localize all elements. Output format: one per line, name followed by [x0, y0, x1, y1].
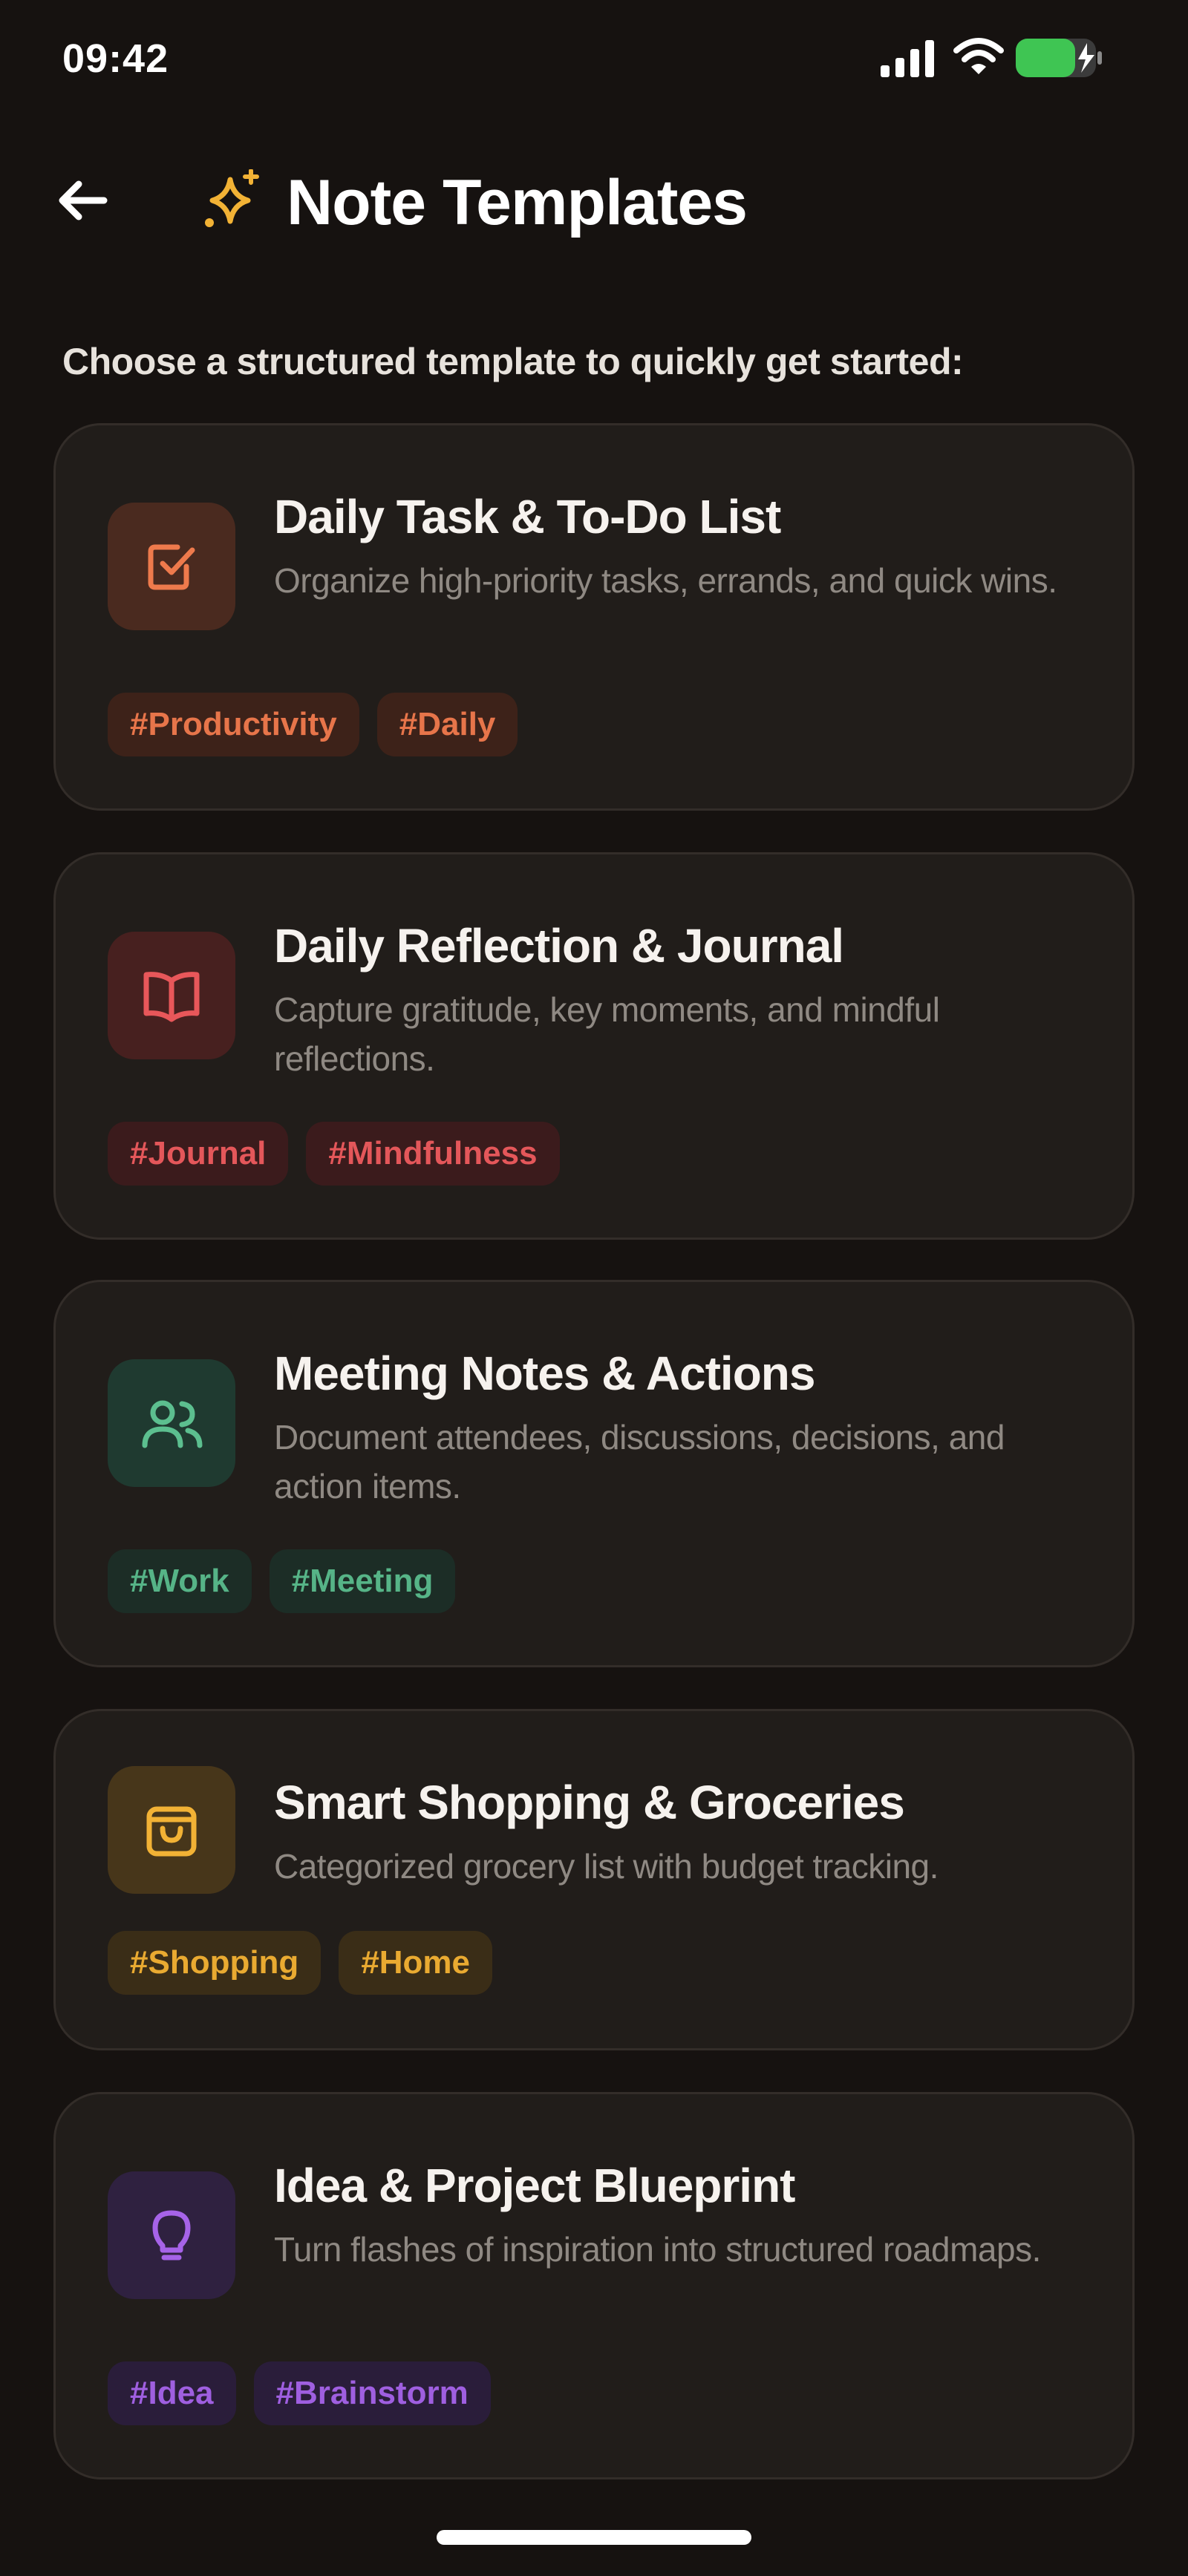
tag-list: #Shopping #Home — [108, 1931, 493, 1995]
header: Note Templates — [0, 156, 1188, 252]
tag-work[interactable]: #Work — [108, 1549, 252, 1613]
book-open-icon — [143, 972, 200, 1022]
card-title: Meeting Notes & Actions — [274, 1347, 815, 1400]
template-card-smart-shopping[interactable]: Smart Shopping & Groceries Categorized g… — [53, 1709, 1135, 2050]
card-title: Daily Reflection & Journal — [274, 919, 844, 972]
template-card-daily-reflection[interactable]: Daily Reflection & Journal Capture grati… — [53, 852, 1135, 1240]
card-icon-box — [108, 2171, 235, 2299]
tag-idea[interactable]: #Idea — [108, 2361, 236, 2425]
card-description: Capture gratitude, key moments, and mind… — [274, 990, 940, 1078]
tag-list: #Productivity #Daily — [108, 693, 518, 756]
card-icon-box — [108, 1359, 235, 1487]
tag-productivity[interactable]: #Productivity — [108, 693, 359, 756]
card-icon-box — [108, 932, 235, 1059]
card-icon-box — [108, 503, 235, 630]
card-description: Categorized grocery list with budget tra… — [274, 1847, 939, 1886]
card-description: Turn flashes of inspiration into structu… — [274, 2230, 1041, 2269]
tag-mindfulness[interactable]: #Mindfulness — [306, 1122, 560, 1186]
wifi-icon — [953, 38, 1004, 74]
sparkles-icon — [205, 169, 259, 227]
card-title: Daily Task & To-Do List — [274, 490, 781, 543]
template-card-meeting-notes[interactable]: Meeting Notes & Actions Document attende… — [53, 1280, 1135, 1667]
card-title: Idea & Project Blueprint — [274, 2159, 795, 2212]
status-time: 09:42 — [62, 36, 169, 81]
card-description: Document attendees, discussions, decisio… — [274, 1418, 1005, 1506]
back-button[interactable] — [45, 163, 119, 238]
tag-list: #Journal #Mindfulness — [108, 1122, 560, 1186]
page-title: Note Templates — [287, 167, 748, 238]
battery-icon — [1016, 39, 1102, 77]
arrow-left-icon — [59, 180, 108, 220]
tag-shopping[interactable]: #Shopping — [108, 1931, 322, 1995]
cellular-signal-icon — [881, 40, 934, 77]
lightbulb-icon — [152, 2210, 191, 2260]
card-icon-box — [108, 1766, 235, 1894]
tag-meeting[interactable]: #Meeting — [269, 1549, 456, 1613]
page-subtitle: Choose a structured template to quickly … — [62, 341, 964, 382]
tag-journal[interactable]: #Journal — [108, 1122, 289, 1186]
tag-list: #Idea #Brainstorm — [108, 2361, 491, 2425]
users-icon — [142, 1400, 203, 1448]
home-indicator[interactable] — [437, 2530, 751, 2545]
status-bar: 09:42 — [0, 0, 1188, 119]
template-card-daily-task[interactable]: Daily Task & To-Do List Organize high-pr… — [53, 423, 1135, 811]
card-title: Smart Shopping & Groceries — [274, 1776, 905, 1829]
tag-daily[interactable]: #Daily — [376, 693, 518, 756]
tag-list: #Work #Meeting — [108, 1549, 456, 1613]
template-card-idea-blueprint[interactable]: Idea & Project Blueprint Turn flashes of… — [53, 2092, 1135, 2479]
tag-home[interactable]: #Home — [339, 1931, 493, 1995]
shopping-bag-icon — [146, 1806, 197, 1857]
card-description: Organize high-priority tasks, errands, a… — [274, 561, 1057, 600]
tag-brainstorm[interactable]: #Brainstorm — [253, 2361, 491, 2425]
checkbox-icon — [148, 544, 195, 590]
